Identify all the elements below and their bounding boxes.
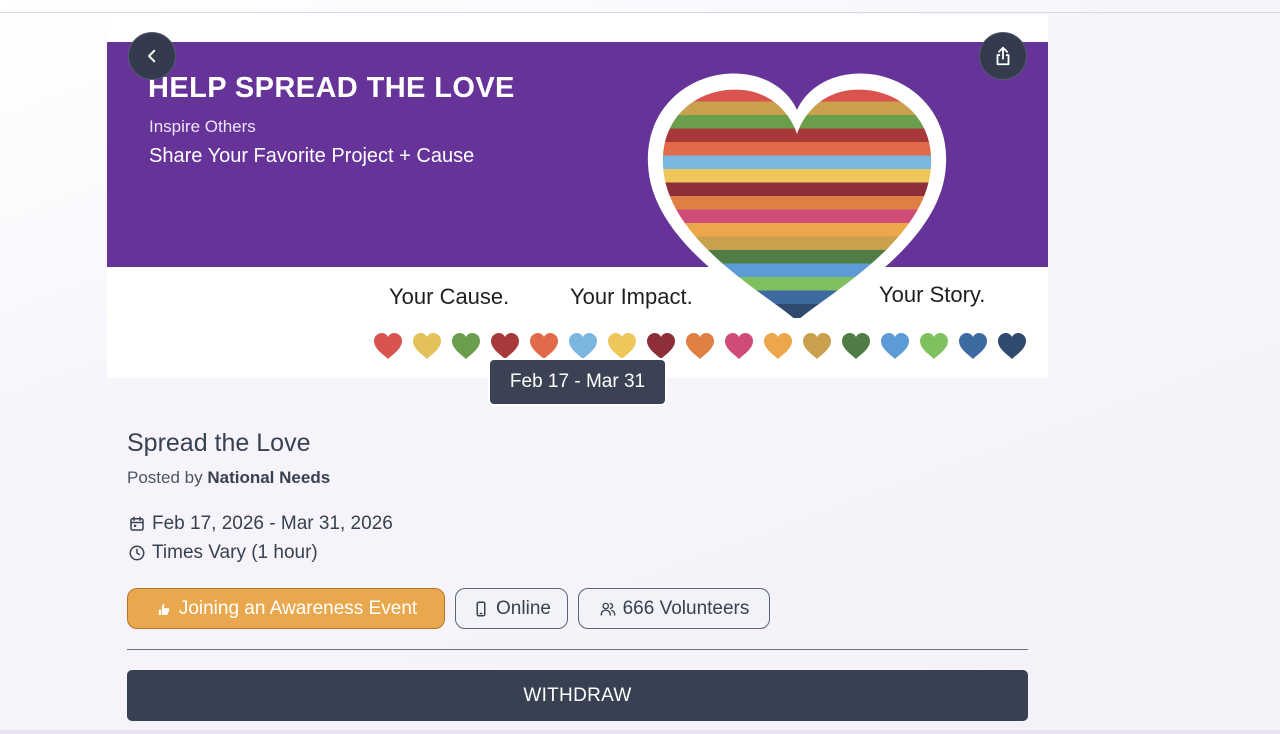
share-button[interactable] [979,32,1027,80]
event-date-text: Feb 17, 2026 - Mar 31, 2026 [152,513,393,534]
event-title: Spread the Love [127,429,311,457]
withdraw-button[interactable]: WITHDRAW [127,670,1028,721]
heart-stripe [662,155,932,170]
banner-subtitle: Inspire Others [149,117,256,136]
small-heart-icon [802,332,832,360]
heart-stripe [662,250,932,264]
small-heart-icon [919,332,949,360]
small-heart-icon [607,332,637,360]
volunteers-chip-label: 666 Volunteers [622,597,750,619]
date-range-badge: Feb 17 - Mar 31 [488,358,667,406]
heart-stripe [662,169,932,183]
event-time-row: Times Vary (1 hour) [128,542,318,564]
banner-title: HELP SPREAD THE LOVE [148,72,515,104]
category-chip[interactable]: Joining an Awareness Event [127,588,445,629]
tagline-impact: Your Impact. [570,284,693,309]
small-heart-icon [763,332,793,360]
small-heart-icon [412,332,442,360]
tagline-story: Your Story. [879,282,986,307]
small-heart-icon [529,332,559,360]
users-icon [600,602,616,616]
tagline-cause: Your Cause. [389,284,510,309]
top-divider [0,12,1280,13]
event-date-row: Feb 17, 2026 - Mar 31, 2026 [128,513,393,535]
category-chip-label: Joining an Awareness Event [178,597,418,619]
posted-by-prefix: Posted by [127,468,203,487]
small-heart-icon [841,332,871,360]
heart-stripe [662,182,932,197]
bottom-edge [0,730,1280,734]
event-banner-image: HELP SPREAD THE LOVE Inspire Others Shar… [107,14,1048,378]
small-heart-icon [490,332,520,360]
heart-stripe [662,142,932,156]
small-heart-icon [685,332,715,360]
hand-icon [158,603,170,615]
heart-stripe [662,263,932,278]
event-time-text: Times Vary (1 hour) [152,542,318,563]
section-divider [127,649,1028,650]
volunteers-chip[interactable]: 666 Volunteers [578,588,770,629]
organization-link[interactable]: National Needs [207,468,330,487]
back-button[interactable] [128,32,176,80]
small-heart-icon [646,332,676,360]
share-icon [996,46,1010,66]
small-heart-icon [724,332,754,360]
calendar-icon [130,516,144,531]
banner-subtitle-2: Share Your Favorite Project + Cause [149,145,475,167]
small-heart-icon [880,332,910,360]
phone-icon [476,601,486,616]
online-chip[interactable]: Online [455,588,568,629]
small-heart-icon [373,332,403,360]
small-heart-icon [451,332,481,360]
small-heart-icon [958,332,988,360]
heart-stripe [662,196,932,210]
chevron-left-icon [148,49,156,63]
online-chip-label: Online [496,597,551,619]
small-heart-icon [568,332,598,360]
small-heart-icon [997,332,1027,360]
clock-icon [129,545,145,561]
heart-stripe [662,209,932,224]
heart-row [373,332,1033,362]
posted-by: Posted by National Needs [127,468,330,488]
